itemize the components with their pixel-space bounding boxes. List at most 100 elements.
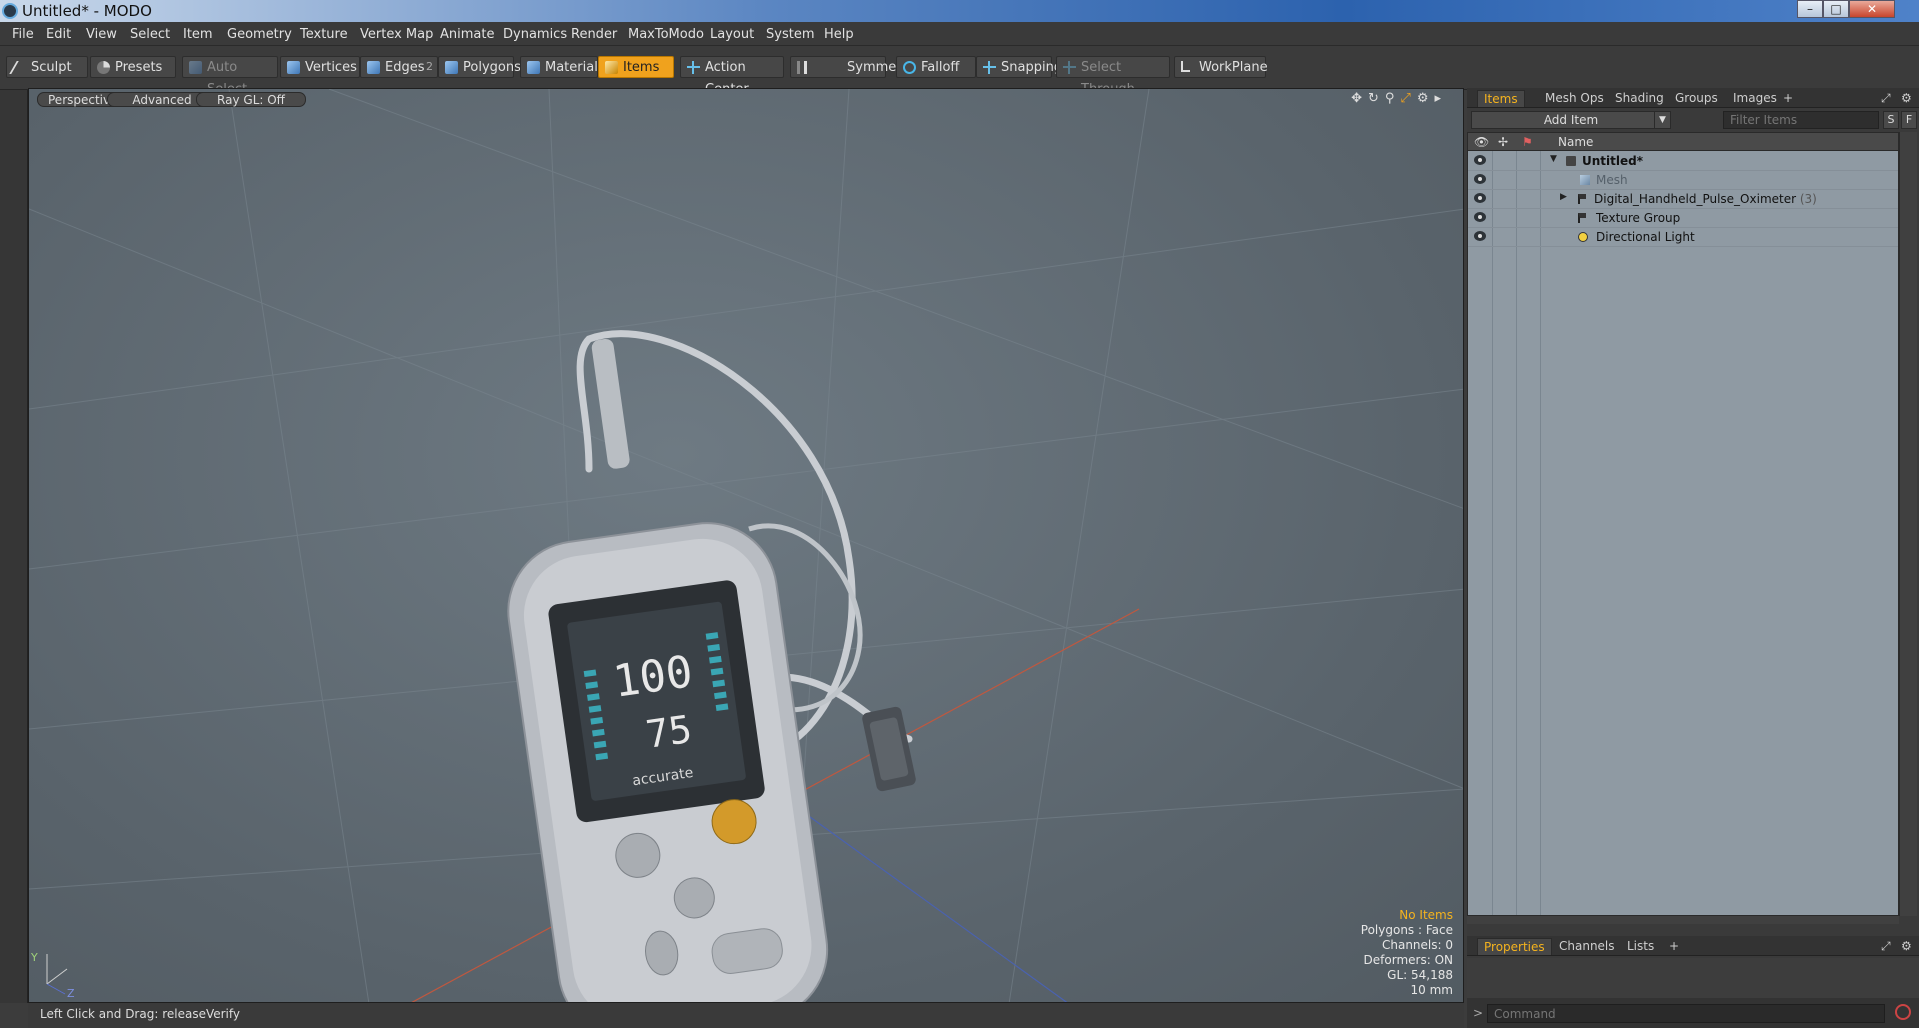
polygons-button[interactable]: Polygons [438, 56, 521, 78]
window-title: Untitled* - MODO [22, 2, 152, 20]
item-row-oximeter[interactable]: ▶ Digital_Handheld_Pulse_Oximeter (3) [1468, 190, 1898, 209]
menu-texture[interactable]: Texture [300, 27, 348, 42]
menu-help[interactable]: Help [824, 27, 854, 42]
item-list: 👁 ✢ ⚑ Name ▼ Untitled* Mesh ▶ Digital_Ha… [1467, 132, 1899, 916]
visibility-column-icon[interactable]: 👁 [1474, 135, 1489, 149]
filter-items-input[interactable] [1723, 111, 1879, 129]
add-props-tab-button[interactable]: + [1663, 938, 1685, 955]
materials-button[interactable]: Materials [520, 56, 605, 78]
tab-groups[interactable]: Groups [1669, 90, 1724, 107]
s-button[interactable]: S [1883, 111, 1899, 129]
menu-animate[interactable]: Animate [440, 27, 494, 42]
render-column-icon[interactable]: ⚑ [1522, 135, 1533, 149]
add-item-dropdown-icon[interactable]: ▼ [1654, 112, 1670, 128]
grid-scale-stat: 10 mm [1410, 983, 1453, 997]
properties-body [1467, 958, 1919, 998]
visibility-eye-icon[interactable] [1474, 174, 1486, 184]
add-item-button[interactable]: Add Item ▼ [1471, 111, 1671, 129]
panel-gear-icon[interactable]: ⚙ [1895, 90, 1918, 107]
item-row-texture-group[interactable]: Texture Group [1468, 209, 1898, 228]
add-tab-button[interactable]: + [1777, 90, 1799, 107]
menu-system[interactable]: System [766, 27, 814, 42]
expand-arrow-icon[interactable]: ▶ [1560, 192, 1567, 202]
record-icon[interactable] [1895, 1004, 1911, 1020]
minimize-button[interactable]: – [1797, 0, 1823, 18]
maximize-button[interactable]: □ [1823, 0, 1849, 18]
lock-column-icon[interactable]: ✢ [1498, 135, 1508, 149]
menu-file[interactable]: File [12, 27, 34, 42]
polygons-stat: Polygons : Face [1360, 923, 1453, 937]
column-divider [1516, 151, 1517, 915]
name-column-header[interactable]: Name [1558, 135, 1593, 149]
item-list-scrollbar[interactable] [1899, 132, 1917, 916]
expand-panel-icon[interactable]: ⤢ [1875, 90, 1897, 107]
close-button[interactable]: ✕ [1849, 0, 1895, 18]
menu-geometry[interactable]: Geometry [227, 27, 292, 42]
command-input[interactable] [1487, 1004, 1885, 1023]
select-through-button[interactable]: Select Through [1056, 56, 1170, 97]
workplane-icon [1181, 61, 1190, 72]
maximize-view-icon[interactable]: ⤢ [1400, 91, 1416, 106]
item-row-directional-light[interactable]: Directional Light [1468, 228, 1898, 247]
tab-properties[interactable]: Properties [1477, 938, 1552, 955]
materials-icon [527, 61, 540, 74]
visibility-eye-icon[interactable] [1474, 155, 1486, 165]
scene-icon [1566, 156, 1576, 166]
menu-maxtomodo[interactable]: MaxToModo [628, 27, 704, 42]
menu-view[interactable]: View [86, 27, 117, 42]
tab-channels[interactable]: Channels [1553, 938, 1621, 955]
snapping-button[interactable]: Snapping [976, 56, 1062, 78]
arrow-right-icon[interactable]: ▸ [1434, 91, 1447, 106]
falloff-button[interactable]: Falloff [896, 56, 976, 78]
right-panel: Items Mesh Ops Shading Groups Images + ⤢… [1467, 88, 1919, 1028]
symmetry-button[interactable]: Symmetry [790, 56, 914, 78]
ray-gl-tab[interactable]: Ray GL: Off [196, 92, 306, 107]
move-view-icon[interactable]: ✥ [1351, 91, 1368, 106]
gear-icon[interactable]: ⚙ [1417, 91, 1435, 106]
menu-render[interactable]: Render [571, 27, 617, 42]
props-gear-icon[interactable]: ⚙ [1895, 938, 1918, 955]
auto-select-button[interactable]: Auto Select [182, 56, 278, 97]
workplane-button[interactable]: WorkPlane [1174, 56, 1268, 78]
f-button[interactable]: F [1901, 111, 1917, 129]
sculpt-button[interactable]: Sculpt [6, 56, 88, 78]
visibility-eye-icon[interactable] [1474, 212, 1486, 222]
presets-button[interactable]: Presets [90, 56, 176, 78]
rotate-view-icon[interactable]: ↻ [1368, 91, 1385, 106]
group-locator-icon [1578, 194, 1586, 204]
gizmo-z-label: Z [67, 987, 75, 1000]
edges-count: 2 [426, 60, 433, 73]
collapse-arrow-icon[interactable]: ▼ [1550, 154, 1557, 164]
menu-item[interactable]: Item [183, 27, 213, 42]
menu-select[interactable]: Select [130, 27, 170, 42]
tab-items[interactable]: Items [1477, 90, 1525, 107]
action-center-icon [687, 61, 700, 74]
tab-shading[interactable]: Shading [1609, 90, 1670, 107]
selection-status: No Items [1399, 908, 1453, 922]
items-icon [605, 61, 618, 74]
left-tool-strip [0, 90, 28, 1003]
menu-layout[interactable]: Layout [710, 27, 754, 42]
menu-dynamics[interactable]: Dynamics [503, 27, 567, 42]
zoom-view-icon[interactable]: ⚲ [1385, 91, 1401, 106]
3d-viewport[interactable]: 100 75 accurate Y Z Perspective Advanced… [28, 88, 1464, 1003]
menu-vertex-map[interactable]: Vertex Map [360, 27, 433, 42]
viewport-scene: 100 75 accurate Y Z [29, 89, 1463, 1002]
vertices-button[interactable]: Vertices [280, 56, 360, 78]
tab-images[interactable]: Images [1727, 90, 1783, 107]
status-bar: Left Click and Drag: releaseVerify [28, 1003, 1464, 1028]
action-center-button[interactable]: Action Center [680, 56, 784, 97]
pulse-readout: 75 [643, 707, 694, 757]
visibility-eye-icon[interactable] [1474, 231, 1486, 241]
visibility-eye-icon[interactable] [1474, 193, 1486, 203]
tab-lists[interactable]: Lists [1621, 938, 1660, 955]
item-row-untitled[interactable]: ▼ Untitled* [1468, 152, 1898, 171]
column-divider [1492, 151, 1493, 915]
item-list-hscrollbar[interactable] [1467, 916, 1899, 924]
items-button[interactable]: Items [598, 56, 674, 78]
expand-props-icon[interactable]: ⤢ [1875, 938, 1897, 955]
tab-mesh-ops[interactable]: Mesh Ops [1539, 90, 1610, 107]
properties-panel-tabs: Properties Channels Lists + ⤢ ⚙ [1467, 936, 1919, 956]
item-row-mesh[interactable]: Mesh [1468, 171, 1898, 190]
menu-edit[interactable]: Edit [46, 27, 71, 42]
